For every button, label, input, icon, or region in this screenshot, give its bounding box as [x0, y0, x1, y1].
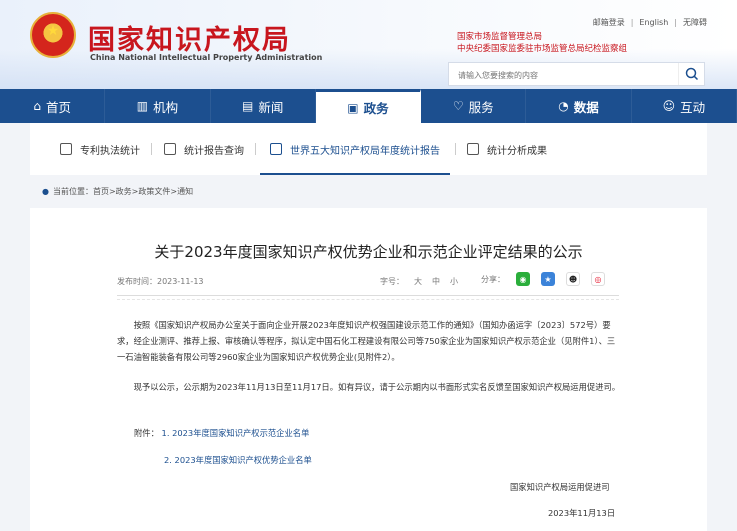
nav-interaction[interactable]: ☺ 互动: [632, 89, 737, 123]
share-bar: 分享： ◉ ★ ☻ ◎: [481, 272, 605, 286]
home-icon: ⌂: [33, 99, 41, 113]
national-emblem-icon: ★: [30, 12, 76, 58]
subnav-ip5-report[interactable]: 世界五大知识产权局年度统计报告: [260, 123, 450, 175]
article: 关于2023年度国家知识产权优势企业和示范企业评定结果的公示 发布时间：2023…: [30, 208, 707, 531]
search-icon: [685, 67, 699, 81]
attachments: 2. 2023年度国家知识产权优势企业名单: [164, 454, 312, 466]
sign-date: 2023年11月13日: [548, 508, 616, 518]
attachment-link-2[interactable]: 2. 2023年度国家知识产权优势企业名单: [164, 455, 312, 465]
interaction-icon: ☺: [662, 99, 676, 113]
chart-icon: ◔: [558, 99, 569, 113]
search-button[interactable]: [678, 63, 704, 85]
search-doc-icon: [164, 143, 176, 155]
site-header: ★ 国家知识产权局 China National Intellectual Pr…: [0, 0, 737, 89]
attachment-link-1[interactable]: 1. 2023年度国家知识产权示范企业名单: [162, 428, 310, 438]
nav-news[interactable]: ▤ 新闻: [211, 89, 316, 123]
divider: [117, 299, 619, 300]
paragraph: 现予以公示，公示期为2023年11月13日至11月17日。如有异议，请于公示期内…: [133, 382, 621, 392]
org-links: 国家市场监督管理总局 中央纪委国家监委驻市场监管总局纪检监察组: [457, 31, 627, 55]
qq-icon[interactable]: ☻: [566, 272, 580, 286]
site-title[interactable]: 国家知识产权局: [88, 18, 291, 57]
subnav-patent-enforcement[interactable]: 专利执法统计: [60, 123, 140, 175]
wechat-icon[interactable]: ◉: [516, 272, 530, 286]
table-icon: [60, 143, 72, 155]
accessibility-link[interactable]: 无障碍: [683, 18, 707, 27]
report-icon: [270, 143, 282, 155]
divider: [117, 295, 619, 296]
publish-time: 发布时间：2023-11-13: [117, 277, 204, 286]
qzone-icon[interactable]: ★: [541, 272, 555, 286]
discipline-group-link[interactable]: 中央纪委国家监委驻市场监管总局纪检监察组: [457, 43, 627, 55]
top-links: 邮箱登录 | English | 无障碍: [592, 18, 707, 27]
nav-government-affairs[interactable]: ▣ 政务: [315, 89, 422, 123]
nav-data[interactable]: ◔ 数据: [526, 89, 632, 123]
analysis-icon: [467, 143, 479, 155]
nav-institutions[interactable]: ▥ 机构: [105, 89, 211, 123]
attachments: 附件： 1. 2023年度国家知识产权示范企业名单: [134, 428, 310, 438]
nav-services[interactable]: ♡ 服务: [421, 89, 527, 123]
nav-home[interactable]: ⌂ 首页: [0, 89, 106, 123]
page-title: 关于2023年度国家知识产权优势企业和示范企业评定结果的公示: [154, 243, 583, 261]
font-size-selector: 字号：大中小: [380, 277, 458, 286]
subnav-analysis-results[interactable]: 统计分析成果: [467, 123, 547, 175]
document-icon: ▣: [347, 100, 359, 115]
news-icon: ▤: [242, 99, 254, 113]
search-input[interactable]: [449, 64, 669, 87]
weibo-icon[interactable]: ◎: [591, 272, 605, 286]
main-nav: ⌂ 首页 ▥ 机构 ▤ 新闻 ▣ 政务 ♡ 服务 ◔ 数据 ☺ 互动: [0, 89, 737, 123]
paragraph: 按照《国家知识产权局办公室关于面向企业开展2023年度知识产权强国建设示范工作的…: [117, 320, 616, 362]
font-size-medium[interactable]: 中: [432, 277, 440, 286]
building-icon: ▥: [136, 99, 149, 113]
font-size-small[interactable]: 小: [450, 277, 458, 286]
english-link[interactable]: English: [639, 18, 668, 27]
breadcrumb: ● 当前位置：首页>政务>政策文件>通知: [42, 187, 194, 196]
samr-link[interactable]: 国家市场监督管理总局: [457, 31, 627, 43]
font-size-large[interactable]: 大: [414, 277, 422, 286]
signer: 国家知识产权局运用促进司: [510, 482, 610, 492]
mail-login-link[interactable]: 邮箱登录: [593, 18, 625, 27]
search-box: [448, 62, 705, 87]
subnav-report-query[interactable]: 统计报告查询: [164, 123, 244, 175]
service-icon: ♡: [452, 99, 464, 113]
sub-nav: 专利执法统计 统计报告查询 世界五大知识产权局年度统计报告 统计分析成果: [30, 123, 707, 175]
site-subtitle: China National Intellectual Property Adm…: [90, 53, 323, 62]
location-pin-icon: ●: [42, 187, 49, 196]
